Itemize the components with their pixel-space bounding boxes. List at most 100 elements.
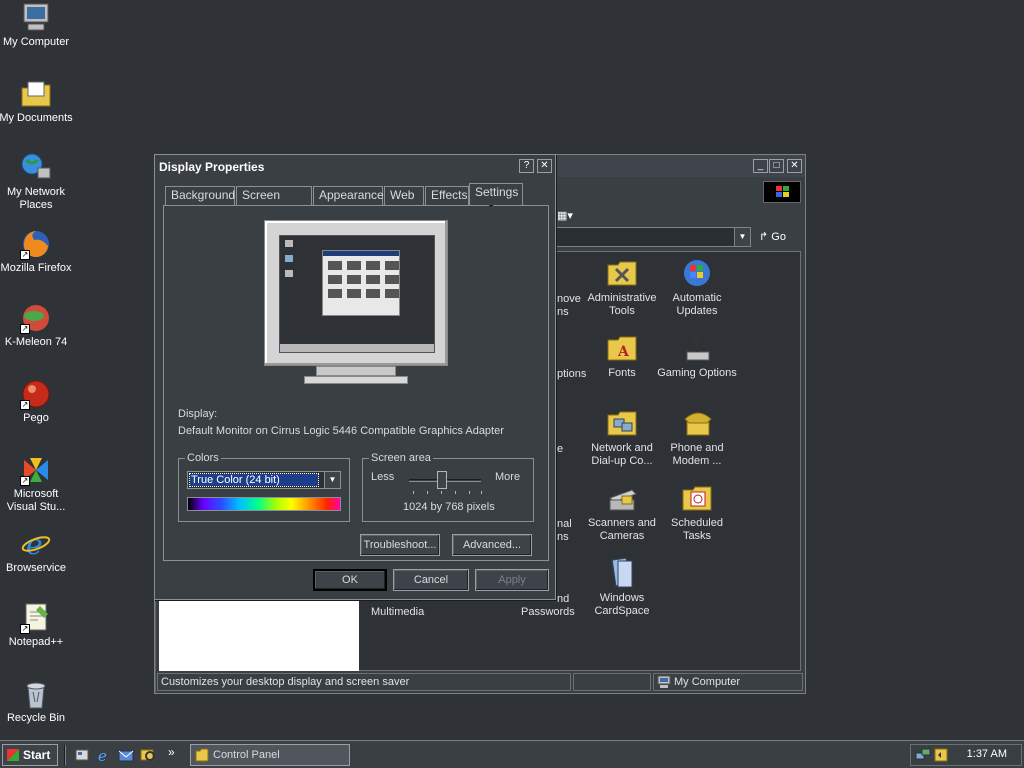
scheduled-tasks-icon — [681, 482, 713, 514]
desktop-icon-recycle-bin[interactable]: Recycle Bin — [0, 678, 74, 725]
colors-group: Colors True Color (24 bit) ▼ — [178, 452, 350, 522]
clock: 1:37 AM — [966, 748, 1007, 760]
close-button[interactable]: ✕ — [537, 159, 552, 173]
show-desktop-icon[interactable] — [74, 747, 90, 763]
go-button[interactable]: ↱ Go — [759, 227, 799, 247]
chevron-down-icon[interactable]: ▼ — [734, 228, 750, 246]
slider-tick — [441, 491, 442, 494]
dialog-title: Display Properties — [159, 160, 265, 174]
cp-item-automatic-updates[interactable]: Automatic Updates — [657, 257, 737, 318]
views-button[interactable]: ▦▾ — [557, 209, 583, 225]
address-field[interactable]: ▼ — [555, 227, 751, 247]
cp-item-gaming-options[interactable]: Gaming Options — [657, 332, 737, 380]
joystick-icon — [681, 332, 713, 364]
tab-settings[interactable]: Settings — [469, 183, 523, 205]
desktop-icon-label: K-Meleon 74 — [4, 336, 68, 348]
taskbar-button-control-panel[interactable]: Control Panel — [190, 744, 350, 766]
mini-desktop-icons — [285, 240, 299, 277]
search-icon[interactable] — [140, 747, 156, 763]
cp-item-scanners-cameras[interactable]: Scanners and Cameras — [582, 482, 662, 543]
quick-launch-divider — [64, 745, 66, 765]
monitor-bezel — [264, 220, 448, 366]
multimedia-label[interactable]: Multimedia — [371, 606, 424, 619]
partial-label: nal — [557, 518, 572, 530]
notepad-icon: ↗ — [20, 602, 52, 634]
tab-appearance[interactable]: Appearance — [313, 186, 384, 205]
colors-select[interactable]: True Color (24 bit) ▼ — [187, 471, 341, 489]
volume-tray-icon[interactable] — [933, 747, 949, 766]
desktop-icon-label: Microsoft Visual Stu... — [6, 488, 66, 513]
info-pane — [159, 601, 359, 671]
chevron-down-icon[interactable]: ▼ — [324, 472, 340, 488]
cp-item-label: Phone and Modem ... — [670, 442, 724, 467]
tab-screen-saver[interactable]: Screen Saver — [236, 186, 312, 219]
color-spectrum-bar — [187, 497, 341, 511]
network-icon — [20, 152, 52, 184]
ok-button[interactable]: OK — [313, 569, 387, 591]
control-panel-toolbar — [555, 179, 805, 205]
advanced-button[interactable]: Advanced... — [452, 534, 532, 556]
system-tray: 1:37 AM — [910, 744, 1022, 766]
screen-area-group: Screen area Less More 1024 by 768 pixels — [362, 452, 534, 522]
minimize-button[interactable]: _ — [753, 159, 768, 173]
desktop-icon-my-network-places[interactable]: My Network Places — [0, 152, 74, 212]
cp-item-label: Gaming Options — [657, 367, 737, 379]
desktop-icon-browservice[interactable]: e Browservice — [0, 528, 74, 575]
cp-item-label: Scanners and Cameras — [588, 517, 656, 542]
tab-web[interactable]: Web — [384, 186, 424, 205]
shortcut-arrow-icon: ↗ — [20, 324, 30, 334]
partial-label: ns — [557, 306, 569, 318]
desktop-icon-label: My Network Places — [6, 186, 66, 211]
shortcut-arrow-icon: ↗ — [20, 476, 30, 486]
apply-button[interactable]: Apply — [475, 569, 549, 591]
cp-item-windows-cardspace[interactable]: Windows CardSpace — [582, 557, 662, 618]
cp-item-administrative-tools[interactable]: Administrative Tools — [582, 257, 662, 318]
resolution-slider-thumb[interactable] — [437, 471, 447, 489]
internet-explorer-icon[interactable]: e — [96, 747, 112, 765]
display-properties-dialog: Display Properties ? ✕ Background Screen… — [154, 154, 556, 600]
mini-taskbar — [280, 344, 434, 352]
cp-item-network-dialup[interactable]: Network and Dial-up Co... — [582, 407, 662, 468]
slider-tick — [455, 491, 456, 494]
cp-item-fonts[interactable]: A Fonts — [582, 332, 662, 380]
troubleshoot-button[interactable]: Troubleshoot... — [360, 534, 440, 556]
desktop-icon-my-documents[interactable]: My Documents — [0, 78, 74, 125]
desktop-icon-kmeleon[interactable]: ↗ K-Meleon 74 — [0, 302, 74, 349]
settings-tab-panel: Display: Default Monitor on Cirrus Logic… — [163, 205, 549, 561]
help-button[interactable]: ? — [519, 159, 534, 173]
cp-item-phone-modem[interactable]: Phone and Modem ... — [657, 407, 737, 468]
monitor-neck — [316, 366, 396, 376]
desktop-icon-label: Pego — [23, 412, 49, 424]
desktop-icon-pego[interactable]: ↗ Pego — [0, 378, 74, 425]
slider-more-label: More — [495, 471, 521, 483]
folder-documents-icon — [20, 78, 52, 110]
outlook-express-icon[interactable] — [118, 747, 134, 763]
cp-item-scheduled-tasks[interactable]: Scheduled Tasks — [657, 482, 737, 543]
start-button[interactable]: Start — [2, 744, 58, 766]
cp-item-label: Scheduled Tasks — [671, 517, 723, 542]
quick-launch-chevron[interactable]: » — [168, 745, 175, 759]
desktop-icon-notepadpp[interactable]: ↗ Notepad++ — [0, 602, 74, 649]
admin-tools-icon — [606, 257, 638, 289]
desktop-icon-visual-studio[interactable]: ↗ Microsoft Visual Stu... — [0, 454, 74, 514]
dialog-titlebar[interactable]: Display Properties ? ✕ — [157, 157, 553, 175]
monitor-base — [304, 376, 408, 384]
resolution-value: 1024 by 768 pixels — [403, 501, 495, 513]
status-bar: Customizes your desktop display and scre… — [157, 673, 803, 691]
control-panel-icon — [195, 748, 209, 768]
tab-effects[interactable]: Effects — [425, 186, 469, 205]
cancel-button[interactable]: Cancel — [393, 569, 469, 591]
desktop-icon-label: Notepad++ — [8, 636, 64, 648]
maximize-button[interactable]: □ — [769, 159, 784, 173]
close-button[interactable]: ✕ — [787, 159, 802, 173]
monitor-screen — [279, 235, 435, 353]
computer-icon — [20, 2, 52, 34]
desktop-icon-label: My Computer — [2, 36, 70, 48]
windows-flag-icon — [7, 749, 19, 761]
network-tray-icon[interactable] — [915, 747, 931, 766]
partial-label: ns — [557, 531, 569, 543]
computer-icon — [657, 675, 671, 694]
desktop-icon-my-computer[interactable]: My Computer — [0, 2, 74, 49]
desktop-icon-firefox[interactable]: ↗ Mozilla Firefox — [0, 228, 74, 275]
tab-background[interactable]: Background — [165, 186, 235, 205]
